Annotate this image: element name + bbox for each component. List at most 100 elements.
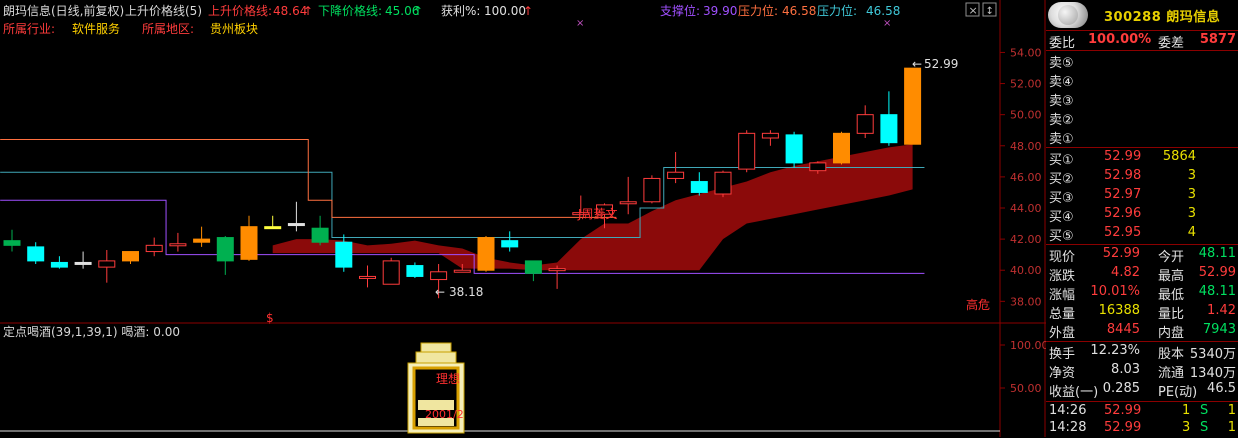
quote-value: 1.42 (1207, 303, 1236, 318)
candle-body (145, 244, 163, 253)
tick-price: 52.99 (1104, 403, 1142, 418)
stat-value: 12.23% (1090, 343, 1140, 358)
y-tick-label: 46.00 (1010, 171, 1042, 184)
lower-tick-label: 50.00 (1010, 382, 1042, 395)
buy-vol: 4 (1187, 225, 1196, 240)
quote-label: 现价 (1049, 250, 1076, 265)
quote-panel: 300288 朗玛信息 委比 100.00% 委差 5877 卖⑤ 卖④ 卖③ 卖② 卖… (1046, 0, 1238, 437)
region-value: 贵州板块 (210, 22, 258, 36)
sell-label: 卖⑤ (1049, 56, 1074, 71)
stat-value: 46.5 (1207, 381, 1236, 396)
sell-label: 卖③ (1049, 94, 1074, 109)
bottle-label-1: 理想 (436, 371, 460, 386)
quote-value: 16388 (1098, 303, 1140, 318)
candle-body (856, 114, 874, 134)
down-arrow-icon: ↑ (413, 4, 423, 18)
quote-row: 涨幅 10.01% 最低 48.11 (1046, 284, 1238, 303)
wei-cha-value: 5877 (1199, 32, 1236, 47)
quote-value: 10.01% (1090, 284, 1140, 299)
candle-body (667, 171, 685, 179)
quote-value: 52.99 (1102, 246, 1140, 261)
quote-row: 涨跌 4.82 最高 52.99 (1046, 265, 1238, 284)
kline-chart[interactable]: 朗玛信息(日线,前复权) 上升价格线(5) 上升价格线: 48.64 ↑ 下降价… (0, 0, 1046, 437)
tick-vol: 3 (1182, 420, 1191, 435)
candle-body (98, 260, 116, 268)
quote-label: 量比 (1158, 307, 1185, 322)
tick-count: 1 (1227, 403, 1236, 418)
buy-price: 52.99 (1104, 149, 1142, 164)
tick-side: S (1200, 403, 1209, 418)
sell-row: 卖② (1046, 109, 1238, 128)
buy-vol: 3 (1187, 206, 1196, 221)
stat-label: PE(动) (1158, 385, 1198, 400)
candle-body (382, 260, 400, 285)
svg-text:×: × (969, 4, 978, 17)
low-arrow-icon: ← (435, 285, 445, 299)
dollar-mark: $ (266, 311, 274, 325)
buy-row: 买④ 52.96 3 (1046, 206, 1238, 225)
candle-body (548, 268, 566, 272)
quote-label: 内盘 (1158, 326, 1185, 341)
candle-body (406, 265, 424, 277)
candle-body (477, 237, 495, 271)
logo-icon (1048, 2, 1088, 28)
up-arrow-icon: ↑ (303, 4, 313, 18)
buy-vol: 3 (1187, 168, 1196, 183)
wei-cha-label: 委差 (1158, 36, 1185, 51)
quote-value: 7943 (1202, 322, 1236, 337)
stat-label: 流通 (1158, 366, 1185, 381)
tick-count: 1 (1227, 420, 1236, 435)
indicator-name: 上升价格线(5) (125, 3, 202, 18)
bottle-label-2: 2001/2 (425, 408, 464, 421)
y-tick-label: 50.00 (1010, 109, 1042, 122)
wei-bi-label: 委比 (1049, 36, 1076, 51)
quote-value: 48.11 (1198, 284, 1236, 299)
sell-row: 卖⑤ (1046, 52, 1238, 71)
down-price-label: 下降价格线: (318, 3, 382, 18)
quote-label: 总量 (1049, 307, 1076, 322)
quote-row: 外盘 8445 内盘 7943 (1046, 322, 1238, 341)
tick-row: 14:28 52.99 3 S 1 (1046, 420, 1238, 438)
candle-body (335, 241, 353, 268)
y-tick-label: 42.00 (1010, 233, 1042, 246)
candle-body (738, 132, 756, 170)
buy-label: 买③ (1049, 191, 1074, 206)
candle-body (643, 177, 661, 203)
wei-bi-value: 100.00% (1088, 32, 1152, 47)
close-icon[interactable]: × (965, 2, 980, 17)
industry-value: 软件服务 (72, 21, 120, 36)
candle-body (761, 132, 779, 139)
candle-body (122, 251, 139, 262)
buy-price: 52.96 (1104, 206, 1142, 221)
tick-side: S (1200, 420, 1209, 435)
buy-label: 买① (1049, 153, 1074, 168)
quote-value: 4.82 (1111, 265, 1140, 280)
region-label: 所属地区: (142, 22, 194, 36)
tick-time: 14:26 (1049, 403, 1087, 418)
candle-body (904, 67, 922, 145)
candle-body (524, 260, 542, 274)
industry-label: 所属行业: (3, 22, 55, 36)
candle-body (785, 134, 803, 164)
stat-label: 换手 (1049, 347, 1076, 362)
buy-label: 买② (1049, 172, 1074, 187)
pressure-label: 压力位: (738, 3, 778, 18)
stat-label: 净资 (1049, 366, 1076, 381)
pressure-value: 46.58 (782, 4, 816, 18)
stat-value: 1340万 (1189, 366, 1236, 381)
stat-value: 5340万 (1189, 347, 1236, 362)
low-price-label: 38.18 (449, 285, 483, 299)
candle-body (453, 269, 471, 273)
candle-body (193, 238, 211, 243)
candle-body (880, 114, 898, 144)
x-mark-1: × (576, 18, 584, 29)
buy-price: 52.97 (1104, 187, 1142, 202)
candle-body (359, 275, 376, 279)
sell-label: 卖④ (1049, 75, 1074, 90)
candle-body (169, 243, 187, 247)
quote-label: 涨幅 (1049, 288, 1076, 303)
pressure2-label: 压力位: (817, 3, 857, 18)
candle-body (50, 261, 68, 268)
stat-label: 股本 (1158, 347, 1185, 362)
support-label: 支撑位: (660, 3, 700, 18)
